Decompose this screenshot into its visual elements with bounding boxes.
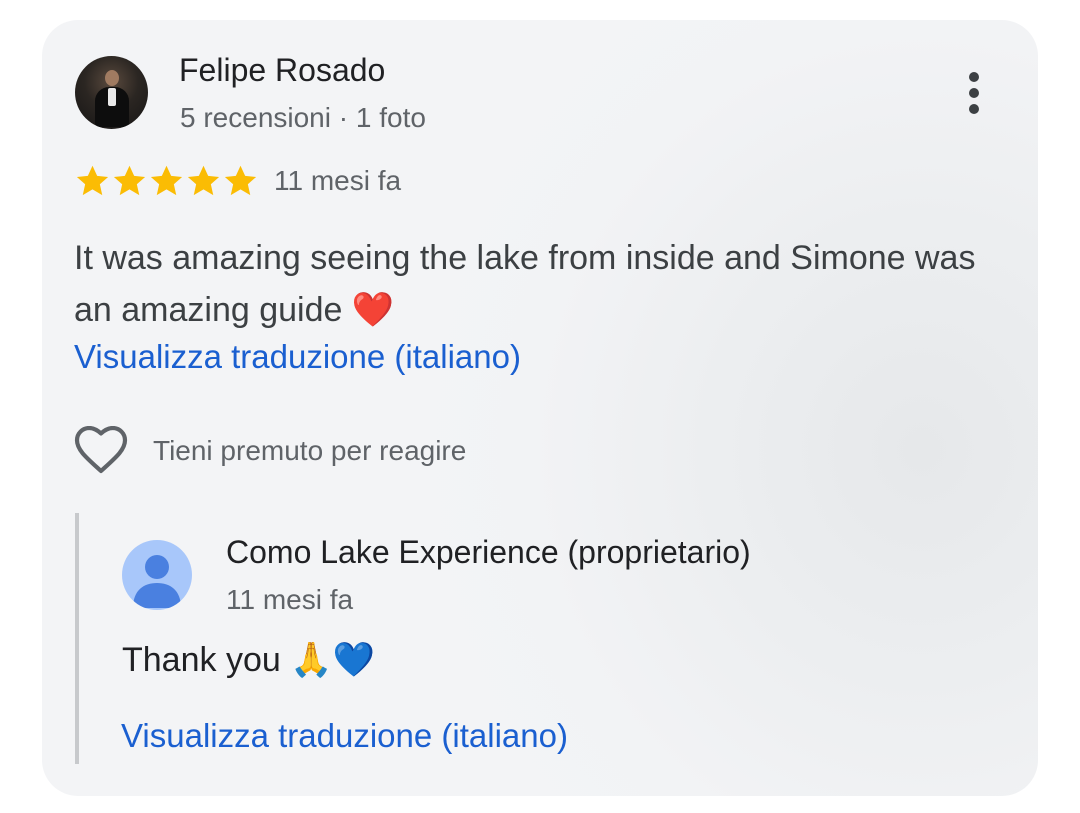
avatar-figure-head bbox=[105, 70, 119, 86]
view-translation-link[interactable]: Visualizza traduzione (italiano) bbox=[74, 338, 521, 376]
more-options-button[interactable] bbox=[954, 68, 994, 118]
review-text: It was amazing seeing the lake from insi… bbox=[74, 239, 976, 329]
more-vertical-icon-dot-2 bbox=[969, 88, 979, 98]
owner-reply-time: 11 mesi fa bbox=[226, 584, 354, 615]
react-hint-text: Tieni premuto per reagire bbox=[153, 435, 467, 466]
avatar-figure-shirt bbox=[108, 88, 116, 106]
star-icon bbox=[76, 165, 109, 196]
heart-outline-icon bbox=[74, 426, 128, 474]
owner-avatar bbox=[122, 540, 192, 610]
react-button[interactable]: Tieni premuto per reagire bbox=[74, 424, 466, 478]
star-icon bbox=[224, 165, 257, 196]
more-vertical-icon bbox=[969, 72, 979, 82]
owner-name: Como Lake Experience (proprietario) bbox=[226, 534, 751, 570]
reviewer-name[interactable]: Felipe Rosado bbox=[179, 52, 385, 89]
review-card: Felipe Rosado 5 recensioni · 1 foto 11 m… bbox=[42, 20, 1038, 796]
reviewer-avatar[interactable] bbox=[75, 56, 148, 129]
review-time: 11 mesi fa bbox=[274, 165, 402, 196]
reviewer-meta[interactable]: 5 recensioni · 1 foto bbox=[180, 102, 426, 134]
star-icon bbox=[113, 165, 146, 196]
default-person-icon bbox=[133, 555, 181, 608]
owner-reply-text: Thank you 🙏💙 bbox=[122, 641, 375, 679]
star-rating bbox=[74, 163, 259, 199]
star-icon bbox=[187, 165, 220, 196]
star-icon bbox=[150, 165, 183, 196]
owner-view-translation-link[interactable]: Visualizza traduzione (italiano) bbox=[121, 717, 568, 755]
reply-divider bbox=[75, 513, 79, 764]
more-vertical-icon-dot-3 bbox=[969, 104, 979, 114]
